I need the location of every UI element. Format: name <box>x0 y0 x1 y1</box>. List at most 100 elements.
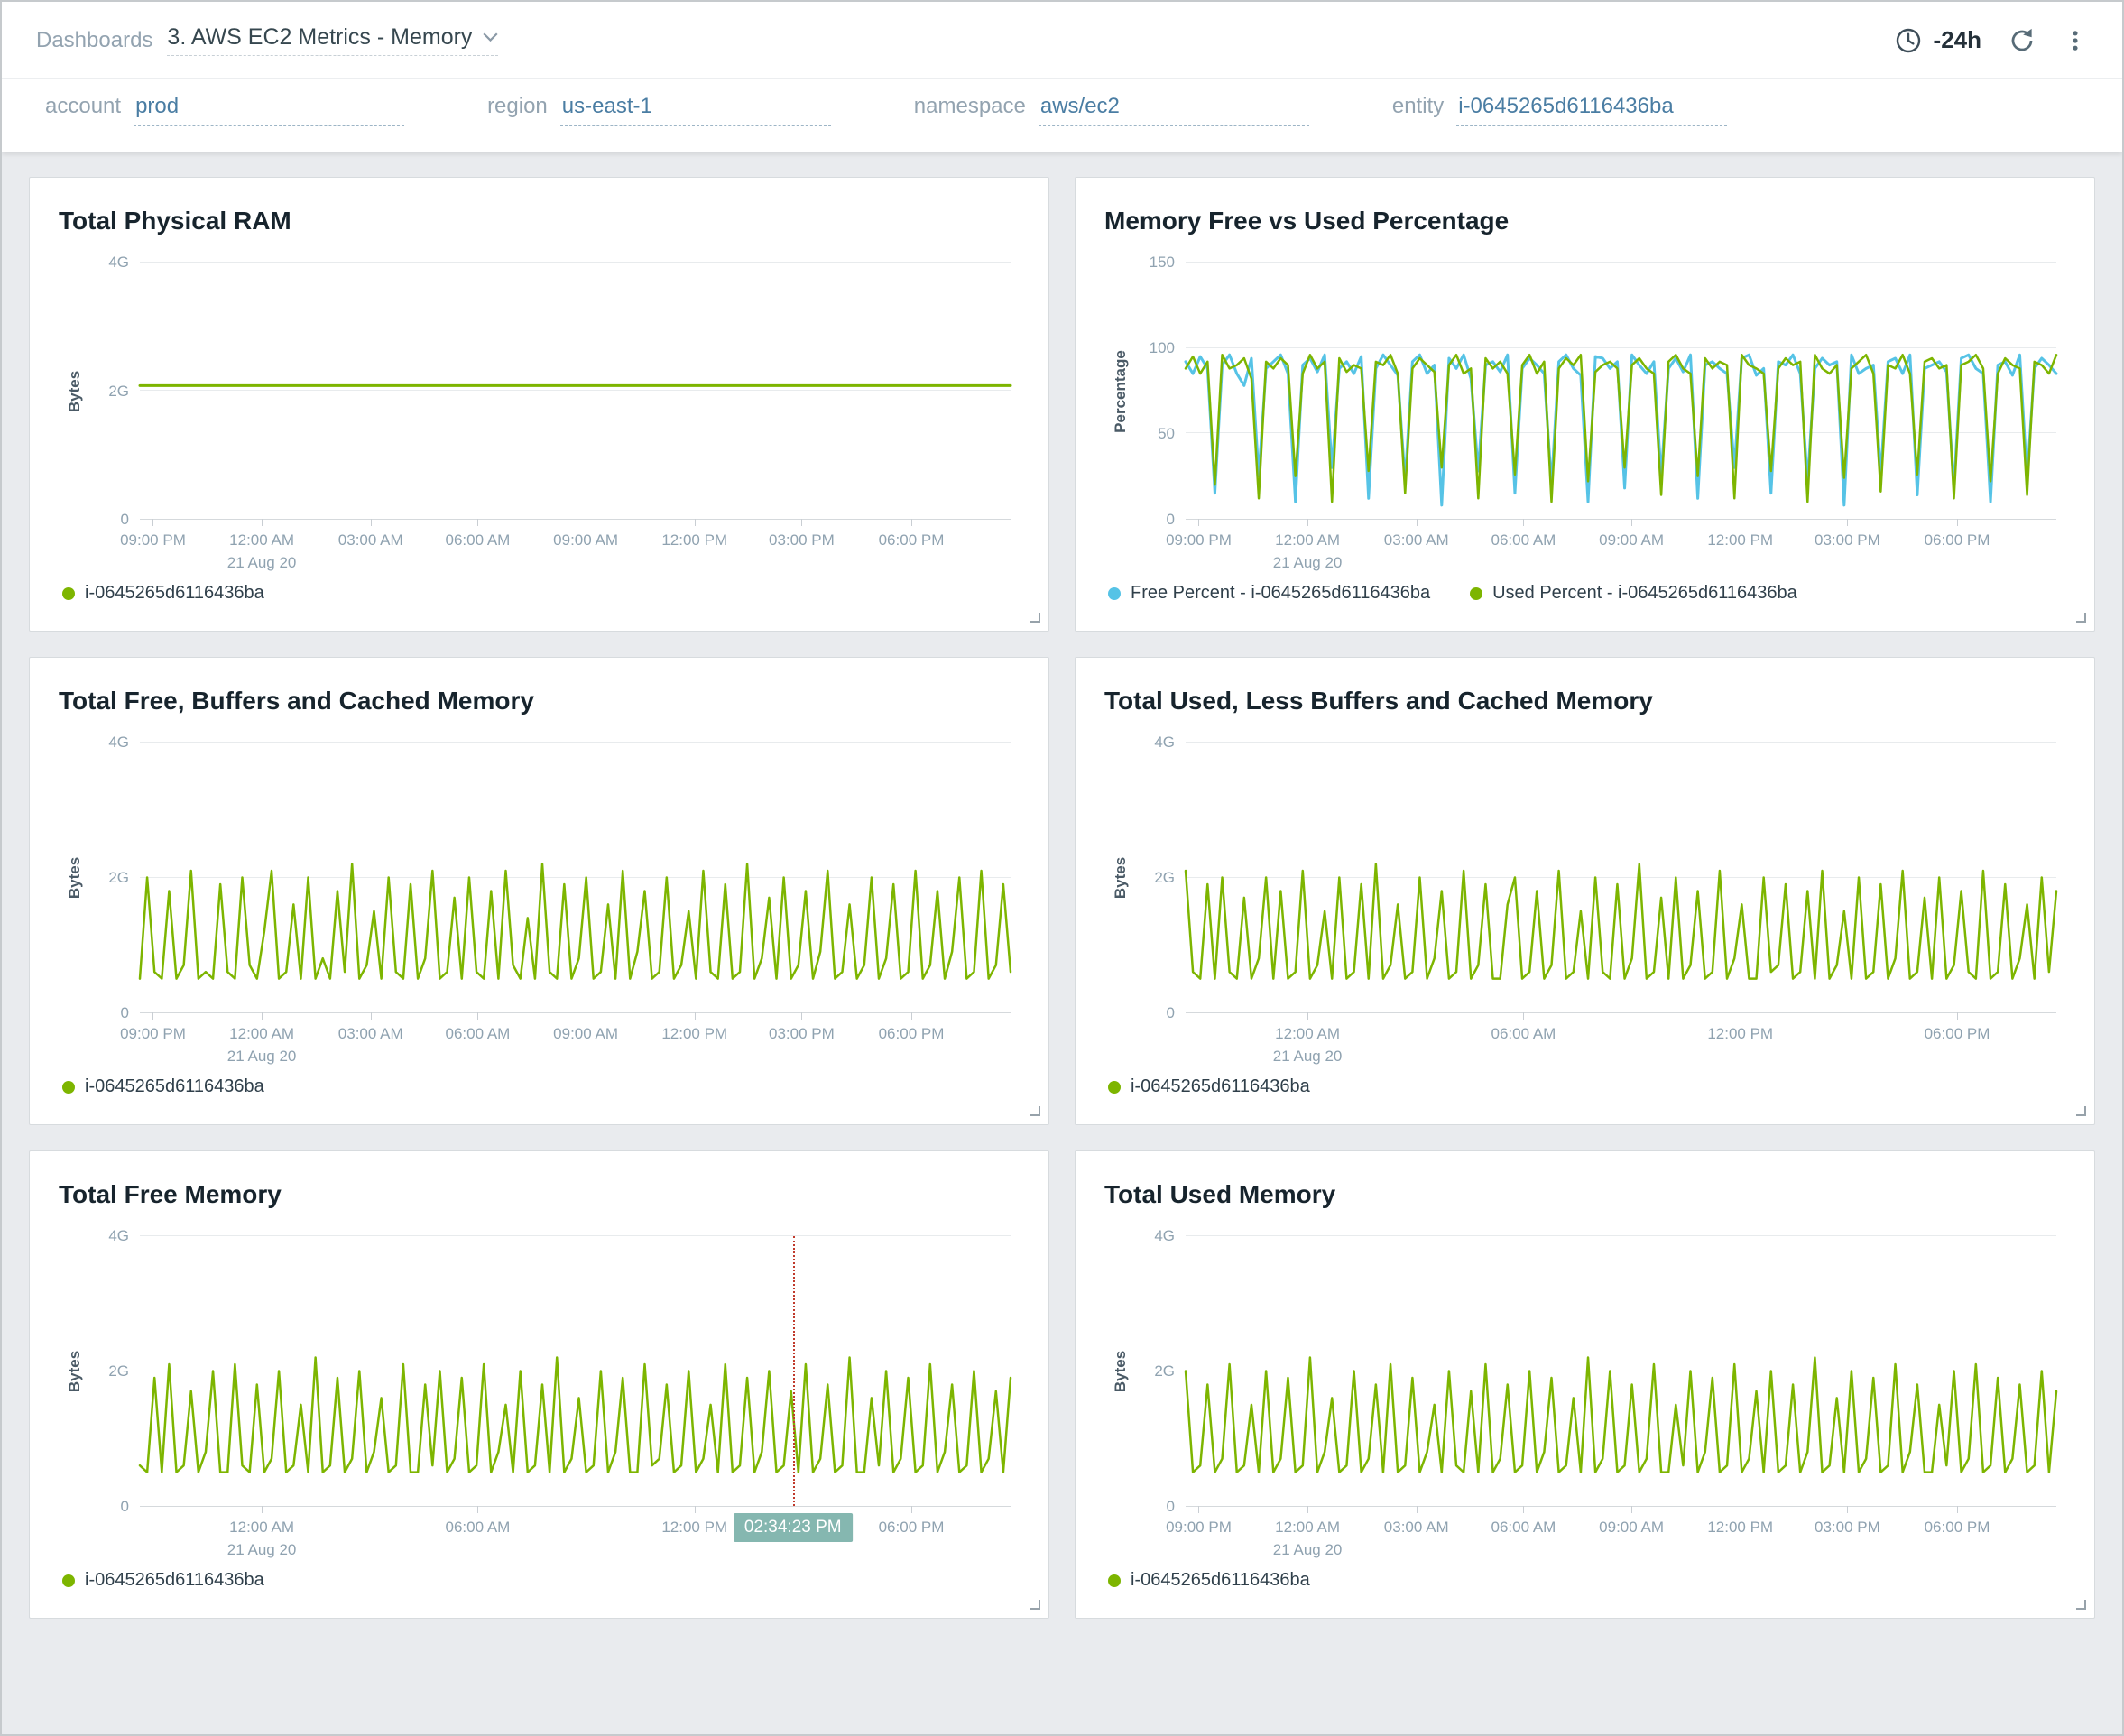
x-tick-mark <box>910 1012 912 1020</box>
x-tick-mark <box>694 1506 696 1513</box>
plot-area[interactable]: 09:00 PM 12:00 AM 21 Aug 20 03:00 AM 06:00 A… <box>120 742 1011 1065</box>
x-tick-mark <box>694 519 696 526</box>
y-axis-label: Bytes <box>1112 1350 1129 1393</box>
legend-dot <box>62 586 75 600</box>
x-tick-mark <box>262 1012 263 1020</box>
y-tick-label: 2G <box>1154 869 1175 886</box>
resize-handle[interactable] <box>1030 1600 1040 1610</box>
legend-item[interactable]: i-0645265d6116436ba <box>62 1570 264 1591</box>
chart-legend: i-0645265d6116436ba <box>59 581 1020 616</box>
chart-canvas[interactable]: Bytes 0 2G 4G 09:00 PM 12:00 AM 21 Aug 20 03:… <box>59 254 1020 571</box>
chart-canvas[interactable]: Bytes 0 2G 4G 12:00 AM 21 Aug 20 06:00 AM 12:… <box>1104 734 2065 1065</box>
chart-title: Total Used Memory <box>1104 1180 1336 1208</box>
resize-handle[interactable] <box>1030 613 1040 623</box>
y-axis: 0 2G 4G <box>91 1227 140 1515</box>
x-tick-mark <box>1523 1012 1525 1020</box>
resize-handle[interactable] <box>2076 1600 2086 1610</box>
legend-dot <box>1470 586 1483 600</box>
chart-title: Total Free, Buffers and Cached Memory <box>59 687 534 715</box>
x-tick-mark <box>262 1506 263 1513</box>
x-tick-mark <box>1631 1506 1633 1513</box>
series-line <box>1186 1358 2056 1473</box>
chart-canvas[interactable]: Bytes 0 2G 4G 09:00 PM 12:00 AM 21 Aug 20 03:… <box>1104 1227 2065 1558</box>
time-range-button[interactable]: -24h <box>1894 26 1981 55</box>
legend-dot <box>1108 586 1121 600</box>
x-tick-mark <box>1198 519 1200 526</box>
chart-canvas[interactable]: Bytes 0 2G 4G 09:00 PM 12:00 AM 21 Aug 20 03:… <box>59 734 1020 1065</box>
x-tick-mark <box>910 1506 912 1513</box>
plot-area[interactable]: 12:00 AM 21 Aug 20 06:00 AM 12:00 PM 06:00 P… <box>1186 742 2056 1065</box>
x-tick-mark <box>1847 1506 1849 1513</box>
panel-total-free-buffers-cached: Total Free, Buffers and Cached Memory By… <box>29 657 1049 1125</box>
legend-series-name: i-0645265d6116436ba <box>85 583 264 603</box>
y-tick-label: 4G <box>1154 734 1175 751</box>
plot-area[interactable]: 12:00 AM 21 Aug 20 06:00 AM 12:00 PM 06:00 P… <box>140 1235 1011 1558</box>
chart-canvas[interactable]: Percentage 0 50 100 150 09:00 PM 12:00 AM 21 … <box>1104 254 2065 571</box>
x-tick-label: 09:00 AM <box>553 531 618 549</box>
x-tick-date-label: 21 Aug 20 <box>226 1540 297 1558</box>
x-tick-label: 03:00 PM <box>769 531 835 549</box>
series-line <box>1186 355 2056 502</box>
filter-value-region[interactable]: us-east-1 <box>559 94 831 126</box>
y-axis-label: Percentage <box>1112 349 1129 433</box>
x-tick-date-label: 21 Aug 20 <box>1272 1540 1343 1558</box>
y-axis: 0 2G 4G <box>91 734 140 1021</box>
y-axis-label: Bytes <box>66 1350 83 1393</box>
y-tick-label: 4G <box>108 254 129 271</box>
x-tick-label: 09:00 PM <box>120 1025 186 1042</box>
x-tick-label: 06:00 PM <box>1924 1025 1990 1042</box>
filter-label: region <box>487 94 548 118</box>
filter-bar: account prod region us-east-1 namespace … <box>2 79 2122 152</box>
x-tick-label: 03:00 AM <box>337 531 403 549</box>
legend-item[interactable]: i-0645265d6116436ba <box>62 583 264 604</box>
x-tick-label: 06:00 AM <box>1491 1519 1556 1536</box>
resize-handle[interactable] <box>2076 1106 2086 1116</box>
panel-grid: Total Physical RAM Bytes 0 2G 4G 09:00 PM 1… <box>2 152 2122 1734</box>
x-tick-mark <box>1631 519 1633 526</box>
refresh-icon[interactable] <box>2009 27 2036 54</box>
x-tick-mark <box>1198 1506 1200 1513</box>
series-line <box>1186 864 2056 979</box>
plot-area[interactable]: 09:00 PM 12:00 AM 21 Aug 20 03:00 AM 06:00 A… <box>120 262 1011 571</box>
plot-area[interactable]: 09:00 PM 12:00 AM 21 Aug 20 03:00 AM 06:00 A… <box>1166 262 2056 571</box>
x-tick-label: 06:00 AM <box>1491 1025 1556 1042</box>
legend-series-name: Used Percent - i-0645265d6116436ba <box>1492 583 1797 603</box>
x-tick-label: 06:00 AM <box>1491 531 1556 549</box>
x-tick-label: 12:00 AM 21 Aug 20 <box>1273 1023 1343 1067</box>
legend-item[interactable]: i-0645265d6116436ba <box>1108 1570 1310 1591</box>
legend-item[interactable]: i-0645265d6116436ba <box>1108 1076 1310 1097</box>
panel-total-used-memory: Total Used Memory Bytes 0 2G 4G 09:00 PM 12… <box>1075 1150 2095 1619</box>
kebab-menu-icon[interactable] <box>2063 28 2088 53</box>
filter-value-entity[interactable]: i-0645265d6116436ba <box>1456 94 1728 126</box>
filter-value-namespace[interactable]: aws/ec2 <box>1038 94 1309 126</box>
x-tick-date-label: 21 Aug 20 <box>1272 553 1343 571</box>
x-tick-label: 06:00 PM <box>878 1025 945 1042</box>
legend-dot <box>1108 1574 1121 1587</box>
y-tick-label: 2G <box>108 1362 129 1380</box>
legend-item[interactable]: Free Percent - i-0645265d6116436ba <box>1108 583 1430 604</box>
x-tick-mark <box>801 519 803 526</box>
legend-item[interactable]: i-0645265d6116436ba <box>62 1076 264 1097</box>
x-tick-label: 12:00 PM <box>1707 1519 1774 1536</box>
y-tick-label: 4G <box>108 734 129 751</box>
series-svg <box>1186 263 2056 519</box>
y-axis-label-wrap: Bytes <box>1104 1236 1137 1507</box>
filter-value-account[interactable]: prod <box>134 94 405 126</box>
resize-handle[interactable] <box>2076 613 2086 623</box>
x-tick-mark <box>477 519 479 526</box>
series-svg <box>140 1236 1011 1506</box>
legend-dot <box>1108 1080 1121 1094</box>
legend-item[interactable]: Used Percent - i-0645265d6116436ba <box>1470 583 1797 604</box>
plot-area[interactable]: 09:00 PM 12:00 AM 21 Aug 20 03:00 AM 06:00 A… <box>1166 1235 2056 1558</box>
y-axis-label-wrap: Bytes <box>59 743 91 1013</box>
resize-handle[interactable] <box>1030 1106 1040 1116</box>
x-tick-mark <box>152 519 154 526</box>
chart-canvas[interactable]: Bytes 0 2G 4G 12:00 AM 21 Aug 20 06:00 AM 12:… <box>59 1227 1020 1558</box>
series-line <box>140 1358 1011 1473</box>
x-tick-label: 03:00 AM <box>1383 531 1449 549</box>
chart-legend: i-0645265d6116436ba <box>1104 1568 2065 1603</box>
panel-total-physical-ram: Total Physical RAM Bytes 0 2G 4G 09:00 PM 1… <box>29 177 1049 632</box>
panel-total-used-less-buffers-cached: Total Used, Less Buffers and Cached Memo… <box>1075 657 2095 1125</box>
dashboard-selector[interactable]: 3. AWS EC2 Metrics - Memory <box>167 24 499 56</box>
x-tick-label: 12:00 PM <box>1707 531 1774 549</box>
